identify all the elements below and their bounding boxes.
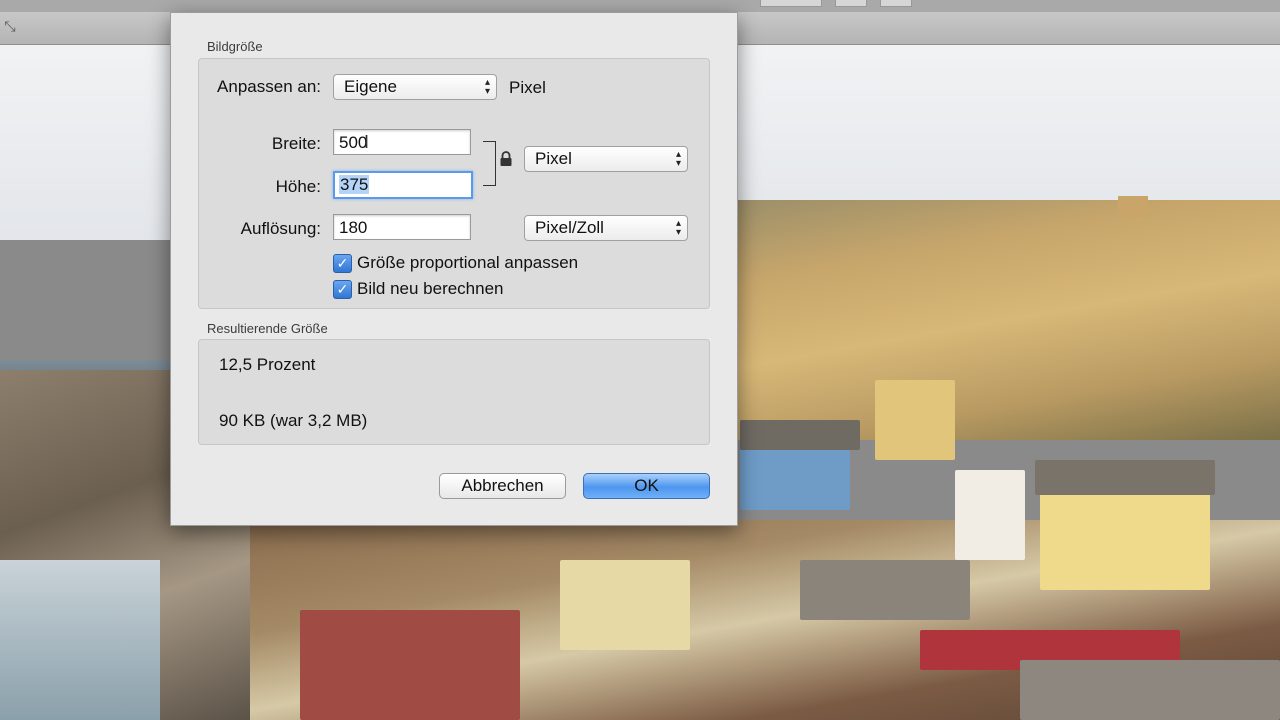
toolbar-button[interactable] (880, 0, 912, 7)
resize-icon[interactable]: ⤡ (2, 18, 18, 34)
result-file-size: 90 KB (war 3,2 MB) (219, 411, 368, 430)
cancel-button[interactable]: Abbrechen (439, 473, 566, 499)
photo-tower (1118, 196, 1148, 218)
checkmark-icon: ✓ (333, 279, 352, 299)
height-value: 375 (339, 175, 370, 194)
photo-house (1040, 480, 1210, 590)
photo-roof (1020, 660, 1280, 720)
section-label-image-size: Bildgröße (207, 39, 263, 54)
resolution-unit-popup[interactable]: Pixel/Zoll ▴ ▾ (524, 215, 688, 241)
photo-house (955, 470, 1025, 560)
size-unit-popup[interactable]: Pixel ▴ ▾ (524, 146, 688, 172)
resample-label: Bild neu berechnen (357, 279, 504, 298)
scale-proportionally-checkbox[interactable]: ✓ Größe proportional anpassen (333, 253, 578, 273)
constraint-bracket (483, 141, 496, 186)
popup-arrows-icon: ▴ ▾ (484, 77, 490, 97)
scale-proportionally-label: Größe proportional anpassen (357, 253, 579, 272)
size-unit-value: Pixel (535, 149, 572, 168)
width-label: Breite: (271, 134, 321, 153)
popup-arrows-icon: ▴ ▾ (675, 218, 681, 238)
photo-cliffs (730, 200, 1280, 440)
photo-deck (300, 610, 520, 720)
resolution-unit-value: Pixel/Zoll (535, 218, 604, 237)
image-size-dialog: Bildgröße Anpassen an: Eigene ▴ ▾ Pixel B… (170, 12, 738, 526)
toolbar-button[interactable] (760, 0, 822, 7)
fit-popup[interactable]: Eigene ▴ ▾ (333, 74, 497, 100)
photo-water (0, 560, 160, 720)
photo-house (875, 380, 955, 460)
title-strip (0, 0, 1280, 12)
resolution-field[interactable]: 180 (333, 214, 471, 240)
photo-roof (800, 560, 970, 620)
resolution-label: Auflösung: (240, 219, 321, 238)
width-field[interactable]: 500 I (333, 129, 471, 155)
photo-roof (1035, 460, 1215, 495)
photo-house (560, 560, 690, 650)
photo-roof (740, 420, 860, 450)
photo-house (740, 440, 850, 510)
section-label-result: Resultierende Größe (207, 321, 328, 336)
ibeam-cursor-icon: I (364, 132, 370, 152)
fit-popup-value: Eigene (344, 77, 397, 96)
popup-arrows-icon: ▴ ▾ (675, 149, 681, 169)
resample-checkbox[interactable]: ✓ Bild neu berechnen (333, 279, 504, 299)
lock-icon (500, 151, 512, 166)
fit-label: Anpassen an: (217, 77, 321, 96)
ok-button[interactable]: OK (583, 473, 710, 499)
height-label: Höhe: (275, 177, 321, 196)
resolution-value: 180 (339, 218, 368, 237)
fit-unit-label: Pixel (509, 78, 546, 97)
result-percent: 12,5 Prozent (219, 355, 316, 374)
height-field[interactable]: 375 (333, 171, 473, 199)
checkmark-icon: ✓ (333, 253, 352, 273)
toolbar-button[interactable] (835, 0, 867, 7)
